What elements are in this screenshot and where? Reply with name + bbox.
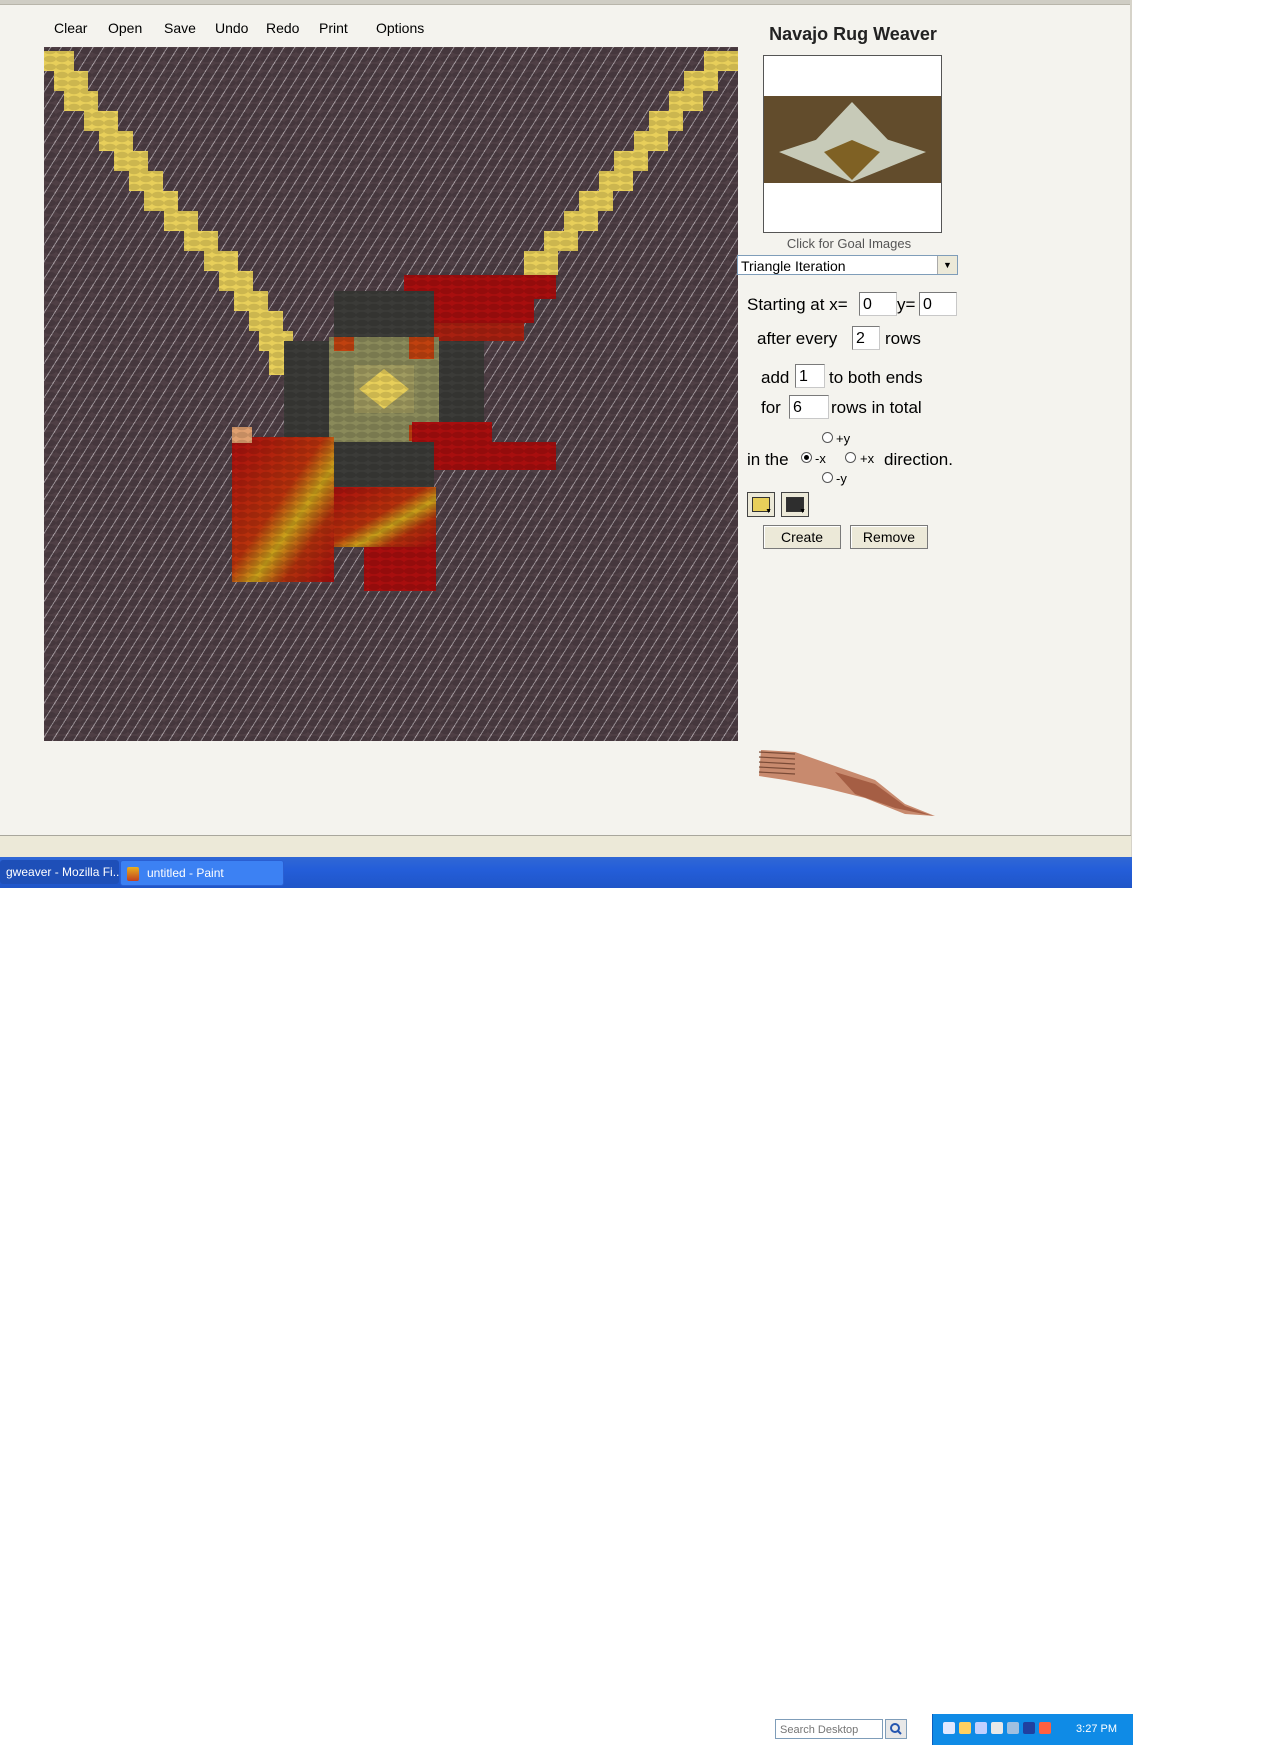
menu-redo[interactable]: Redo [266,20,299,36]
taskbar-item-paint-label: untitled - Paint [147,866,224,880]
taskbar: gweaver - Mozilla Fi... untitled - Paint… [0,857,1133,1745]
radio-plus-y-label: +y [836,431,851,446]
alert-icon[interactable] [1039,1722,1051,1734]
volume-icon[interactable] [959,1722,971,1734]
device-icon[interactable] [1007,1722,1019,1734]
menu-options[interactable]: Options [376,20,424,36]
network-icon[interactable] [975,1722,987,1734]
app-window: Clear Open Save Undo Redo Print Options [0,0,1132,858]
menu-undo[interactable]: Undo [215,20,248,36]
status-bar [0,835,1131,858]
y-input[interactable] [919,292,957,316]
direction-label: direction. [884,450,953,469]
app-title: Navajo Rug Weaver [769,24,937,44]
rows-total-label: rows in total [831,398,922,417]
both-ends-label: to both ends [829,368,923,387]
after-every-label: after every [757,329,838,348]
menu-print[interactable]: Print [319,20,348,36]
radio-minus-x[interactable] [801,452,812,463]
system-tray: 3:27 PM [932,1714,1133,1745]
add-label: add [761,368,790,387]
after-every-input[interactable] [852,326,880,350]
radio-plus-y[interactable] [822,432,833,443]
create-button[interactable]: Create [763,525,841,549]
menu-open[interactable]: Open [108,20,142,36]
taskbar-item-firefox[interactable]: gweaver - Mozilla Fi... [0,860,119,884]
paint-icon [127,866,139,881]
search-icon[interactable] [885,1719,907,1739]
chevron-down-icon: ▼ [799,508,806,515]
menu-clear[interactable]: Clear [54,20,87,36]
chevron-down-icon[interactable]: ▼ [937,256,957,274]
starting-label: Starting at x= [747,295,848,314]
weaving-comb-icon[interactable] [755,742,940,822]
tool-select[interactable]: Triangle Iteration ▼ [737,255,958,275]
menu-save[interactable]: Save [164,20,196,36]
radio-minus-x-label: -x [815,451,826,466]
tool-select-value: Triangle Iteration [741,258,846,274]
window-right-border [1130,0,1132,857]
chevron-down-icon: ▼ [765,508,772,515]
goal-image [764,96,941,183]
in-the-label: in the [747,450,789,469]
rug-pattern [44,47,738,741]
x-input[interactable] [859,292,897,316]
loom-canvas[interactable] [44,47,738,741]
radio-minus-y[interactable] [822,472,833,483]
radio-minus-y-label: -y [836,471,847,486]
taskbar-item-paint[interactable]: untitled - Paint [120,860,284,886]
search-tray-icon[interactable] [943,1722,955,1734]
for-label: for [761,398,781,417]
taskbar-clock: 3:27 PM [1076,1723,1117,1735]
goal-caption: Click for Goal Images [786,236,912,251]
primary-color-picker[interactable]: ▼ [747,492,775,517]
goal-image-button[interactable] [763,55,942,233]
radio-plus-x[interactable] [845,452,856,463]
y-label: y= [897,295,916,314]
display-icon[interactable] [991,1722,1003,1734]
window-top-border [0,0,1131,5]
for-input[interactable] [789,395,829,419]
add-input[interactable] [795,364,825,388]
desktop-search-input[interactable] [775,1719,883,1739]
remove-button[interactable]: Remove [850,525,928,549]
secondary-color-picker[interactable]: ▼ [781,492,809,517]
rows-label: rows [885,329,921,348]
security-icon[interactable] [1023,1722,1035,1734]
radio-plus-x-label: +x [860,451,875,466]
